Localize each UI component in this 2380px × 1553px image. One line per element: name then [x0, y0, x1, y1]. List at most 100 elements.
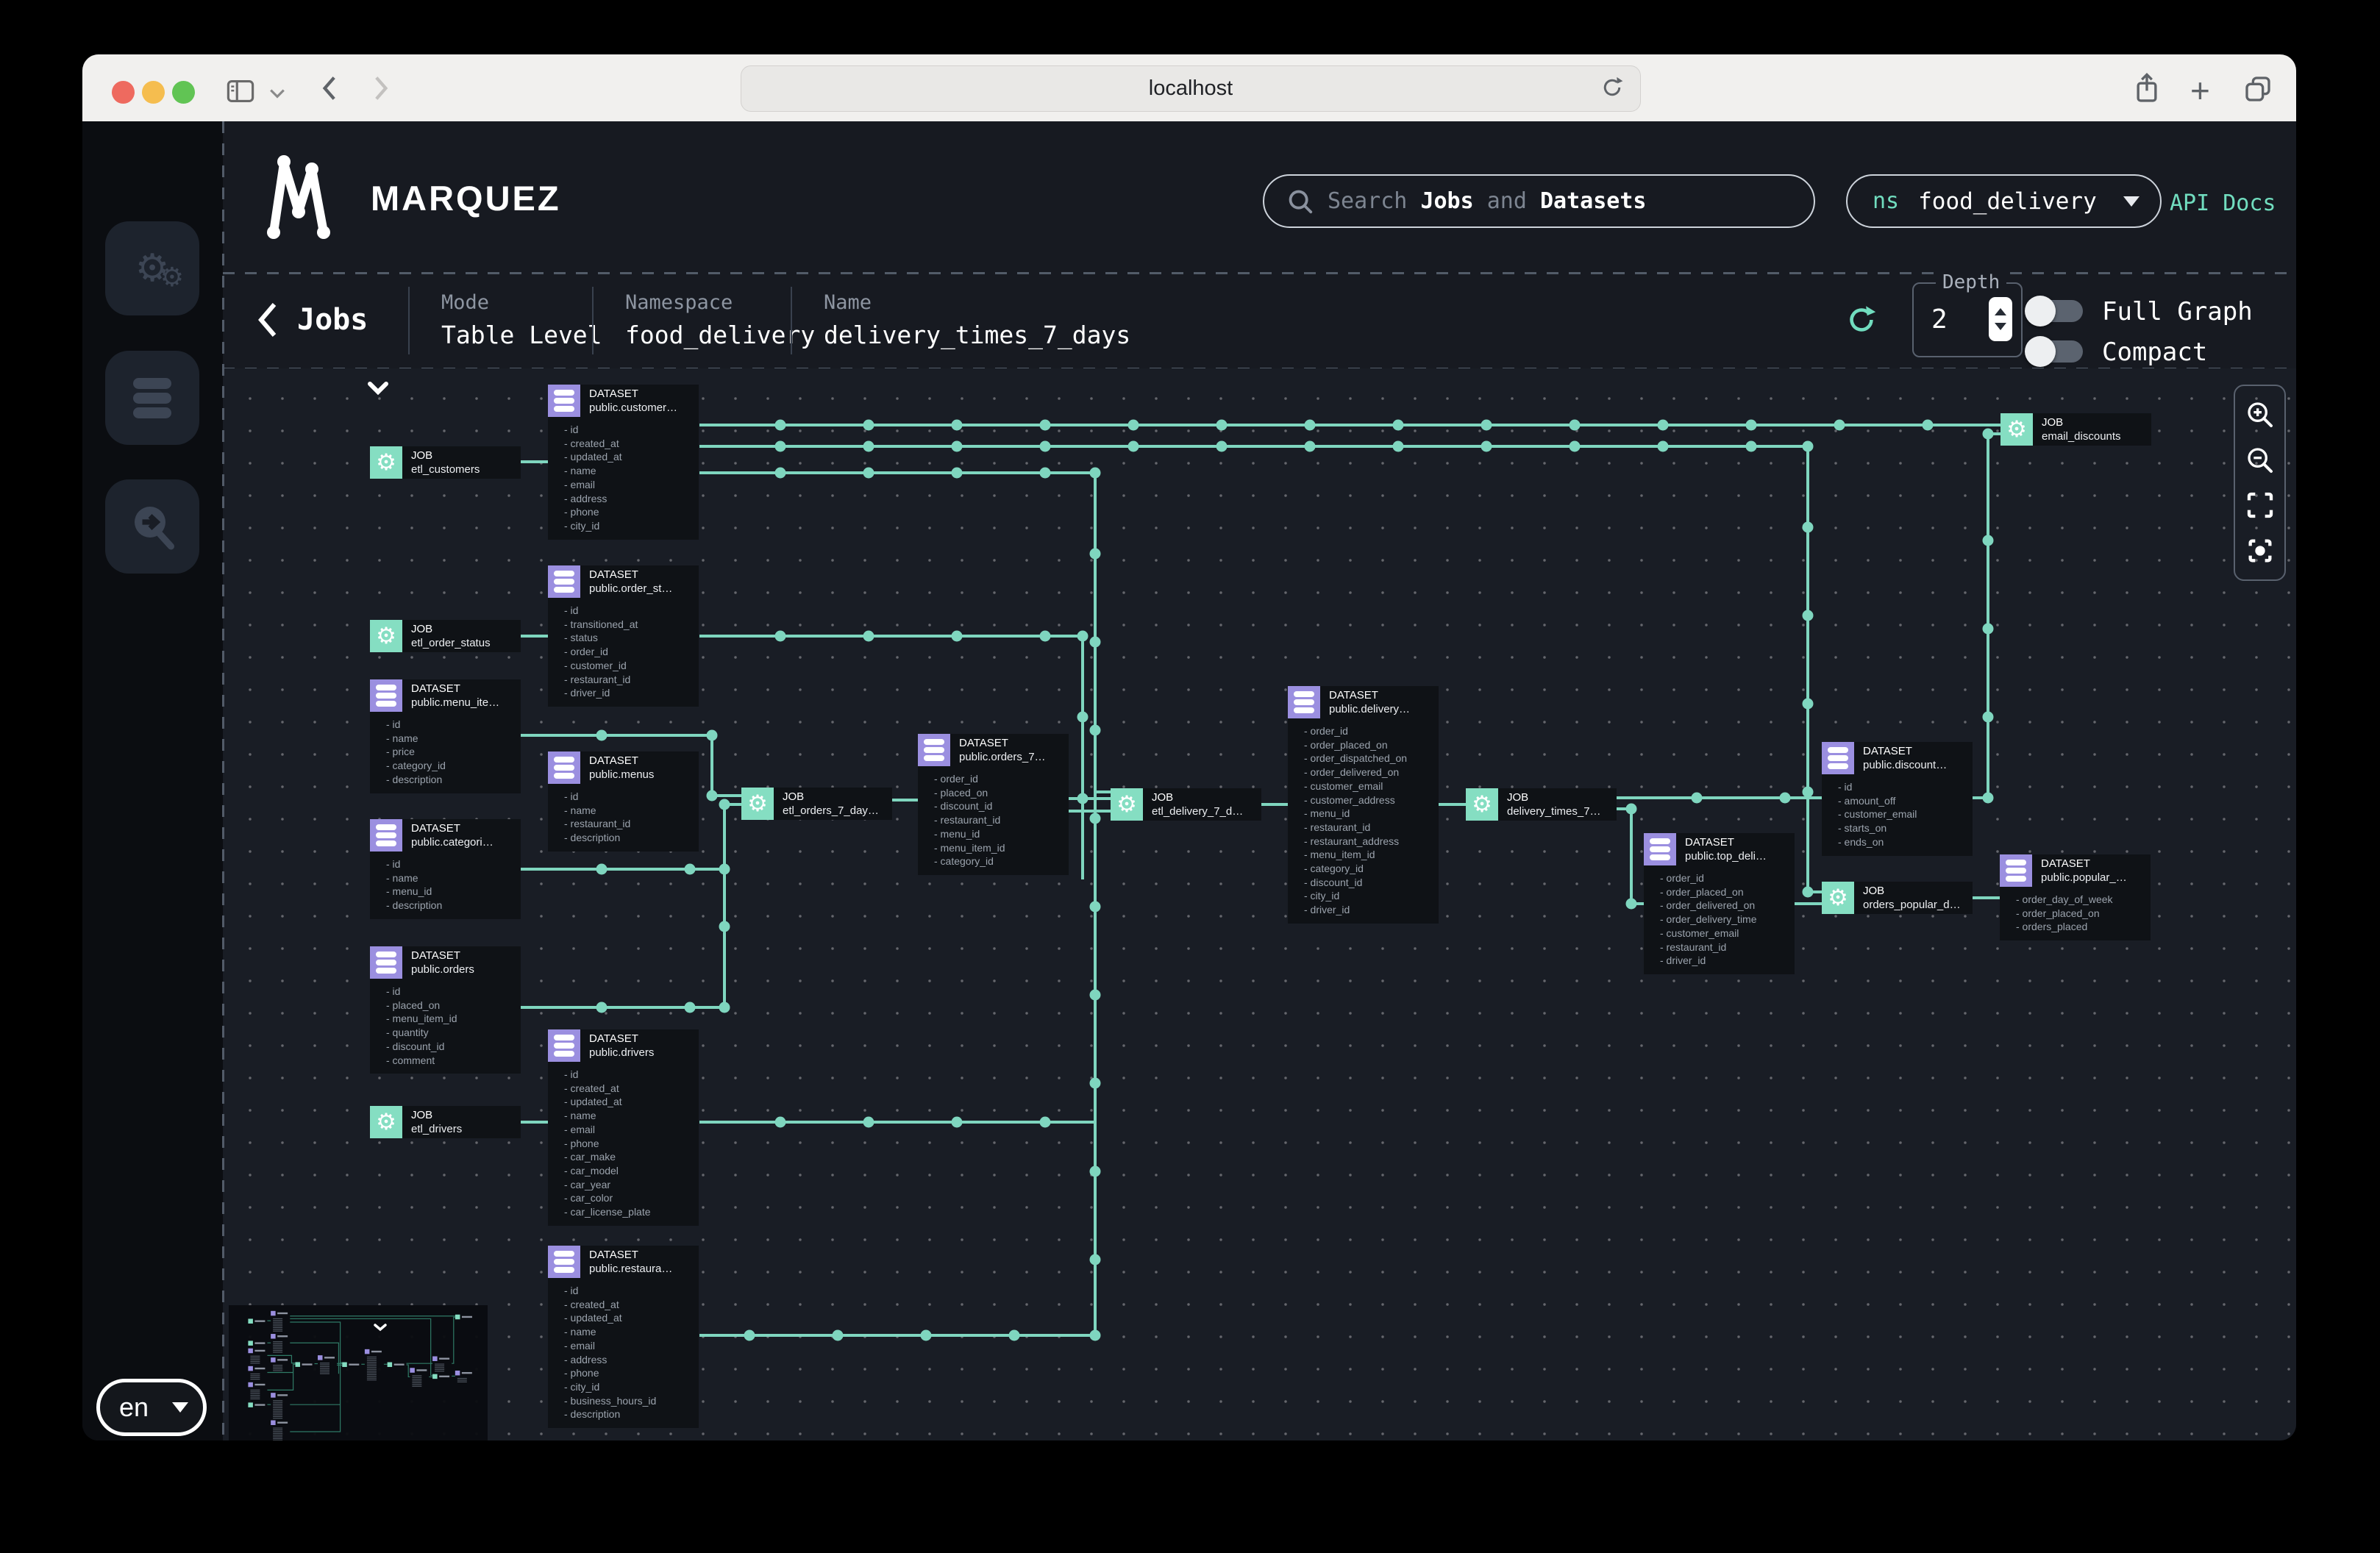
mode-value: Table Level [441, 321, 602, 349]
lineage-node-public_categories[interactable]: DATASET public.categori… - id - name - menu_… [370, 819, 521, 919]
depth-value: 2 [1931, 304, 1948, 335]
namespace-select[interactable]: ns food_delivery [1846, 174, 2162, 228]
center-node-button[interactable] [2244, 535, 2276, 567]
full-graph-label: Full Graph [2102, 297, 2253, 326]
lineage-node-etl_delivery_7_days[interactable]: ⚙ JOB etl_delivery_7_d… [1111, 788, 1261, 821]
database-icon [376, 952, 396, 974]
divider [791, 287, 792, 354]
gear-icon: ⚙ [2006, 416, 2027, 443]
lineage-node-orders_popular_day[interactable]: ⚙ JOB orders_popular_d… [1822, 882, 1973, 914]
namespace-value-sub: food_delivery [625, 321, 816, 349]
zoom-window-button[interactable] [172, 81, 195, 104]
lineage-node-public_drivers[interactable]: DATASET public.drivers - id - created_at - u… [548, 1029, 699, 1226]
divider [408, 287, 410, 354]
lineage-edges [521, 419, 2000, 1341]
database-icon [1294, 691, 1314, 713]
gear-icon: ⚙ [1828, 885, 1848, 911]
database-icon [2006, 860, 2026, 882]
lineage-node-etl_order_status[interactable]: ⚙ JOB etl_order_status [370, 620, 521, 652]
new-tab-button[interactable]: + [2190, 71, 2210, 110]
depth-stepper[interactable] [1989, 297, 2012, 341]
back-button[interactable] [319, 75, 338, 101]
scroll-up-chevron-icon[interactable] [367, 382, 389, 395]
refresh-button[interactable] [1845, 303, 1878, 337]
sidebar-item-jobs[interactable]: ⚙ ⚙ [105, 221, 199, 315]
lineage-node-public_discounts[interactable]: DATASET public.discount… - id - amount_off -… [1822, 742, 1973, 856]
lineage-node-email_discounts[interactable]: ⚙ JOB email_discounts [2000, 413, 2151, 446]
database-icon [133, 377, 171, 418]
lineage-node-public_menus[interactable]: DATASET public.menus - id - name - restauran… [548, 751, 699, 852]
name-label: Name [824, 291, 872, 314]
database-icon [1650, 838, 1670, 860]
search-icon [1289, 190, 1313, 213]
lineage-node-public_restaurants[interactable]: DATASET public.restaura… - id - created_at -… [548, 1246, 699, 1429]
app-sidebar: ⚙ ⚙ [82, 121, 223, 1440]
lineage-node-public_delivery[interactable]: DATASET public.delivery… - order_id - order… [1288, 686, 1439, 924]
database-icon [1828, 747, 1848, 769]
database-icon [924, 739, 944, 761]
depth-field[interactable]: Depth 2 [1912, 271, 2023, 357]
language-value: en [119, 1392, 149, 1422]
forward-button[interactable] [372, 75, 391, 101]
stepper-down-icon[interactable] [1995, 323, 2006, 330]
fit-view-button[interactable] [2244, 489, 2276, 521]
address-bar[interactable]: localhost [741, 65, 1641, 112]
database-icon [554, 571, 574, 593]
lineage-node-public_customers[interactable]: DATASET public.customer… - id - created_at -… [548, 385, 699, 540]
search-arrow-icon [135, 507, 174, 550]
lineage-node-public_menu_items[interactable]: DATASET public.menu_ite… - id - name - price… [370, 679, 521, 793]
reload-icon[interactable] [1599, 74, 1625, 101]
lineage-node-etl_customers[interactable]: ⚙ JOB etl_customers [370, 446, 521, 479]
namespace-prefix: ns [1873, 188, 1900, 214]
share-icon[interactable] [2134, 72, 2159, 104]
browser-window: localhost + ⚙ ⚙ MARQUEZ Search Jobs and … [82, 54, 2296, 1440]
mode-label: Mode [441, 291, 490, 314]
lineage-node-public_orders[interactable]: DATASET public.orders - id - placed_on - men… [370, 946, 521, 1074]
sidebar-item-search[interactable] [105, 479, 199, 574]
database-icon [554, 1035, 574, 1057]
browser-titlebar: localhost + [82, 54, 2296, 121]
lineage-graph-canvas[interactable]: ⚙ JOB etl_customers DATASET public.customer…… [223, 368, 2296, 1440]
page-title: Jobs [297, 303, 368, 337]
full-graph-toggle-knob[interactable] [2025, 296, 2056, 326]
marquez-logo [267, 155, 330, 239]
compact-nodes-toggle-knob[interactable] [2025, 336, 2056, 367]
gear-icon: ⚙ [747, 790, 768, 817]
lineage-minimap[interactable] [229, 1305, 488, 1440]
sidebar-item-datasets[interactable] [105, 351, 199, 445]
lineage-node-etl_orders_7_days[interactable]: ⚙ JOB etl_orders_7_day… [741, 788, 892, 820]
database-icon [554, 757, 574, 779]
zoom-out-button[interactable] [2244, 444, 2276, 476]
global-search-input[interactable]: Search Jobs and Datasets [1263, 174, 1815, 228]
database-icon [376, 824, 396, 846]
minimize-window-button[interactable] [142, 81, 165, 104]
sidebar-toggle-icon[interactable] [227, 79, 254, 103]
lineage-node-etl_drivers[interactable]: ⚙ JOB etl_drivers [370, 1106, 521, 1138]
close-window-button[interactable] [112, 81, 135, 104]
namespace-label: Namespace [625, 291, 733, 314]
lineage-node-public_order_status[interactable]: DATASET public.order_st… - id - transitione… [548, 565, 699, 707]
divider [592, 287, 594, 354]
api-docs-link[interactable]: API Docs [2170, 190, 2276, 216]
gear-icon: ⚙ [376, 1109, 396, 1135]
back-chevron-button[interactable] [257, 301, 279, 338]
graph-zoom-controls [2234, 385, 2286, 581]
name-value: delivery_times_7_days [824, 321, 1131, 349]
toolbar-chevron-down-icon[interactable] [269, 88, 285, 99]
tab-overview-icon[interactable] [2243, 75, 2273, 103]
language-select[interactable]: en [96, 1379, 207, 1436]
stepper-up-icon[interactable] [1995, 308, 2006, 315]
database-icon [554, 390, 574, 412]
name-group: Name delivery_times_7_days [824, 291, 1130, 349]
lineage-node-public_orders_7_days[interactable]: DATASET public.orders_7… - order_id - place… [918, 734, 1069, 875]
depth-label: Depth [1936, 271, 2007, 293]
lineage-node-public_popular[interactable]: DATASET public.popular_… - order_day_of_we… [2000, 854, 2151, 941]
database-icon [376, 685, 396, 707]
lineage-node-delivery_times_7_days[interactable]: ⚙ JOB delivery_times_7… [1466, 788, 1617, 821]
namespace-group: Namespace food_delivery [625, 291, 815, 349]
gear-icon: ⚙ [376, 449, 396, 476]
language-caret-icon [172, 1402, 189, 1413]
database-icon [554, 1251, 574, 1273]
lineage-node-public_top_delivery[interactable]: DATASET public.top_deli… - order_id - order… [1644, 833, 1795, 974]
zoom-in-button[interactable] [2244, 399, 2276, 431]
